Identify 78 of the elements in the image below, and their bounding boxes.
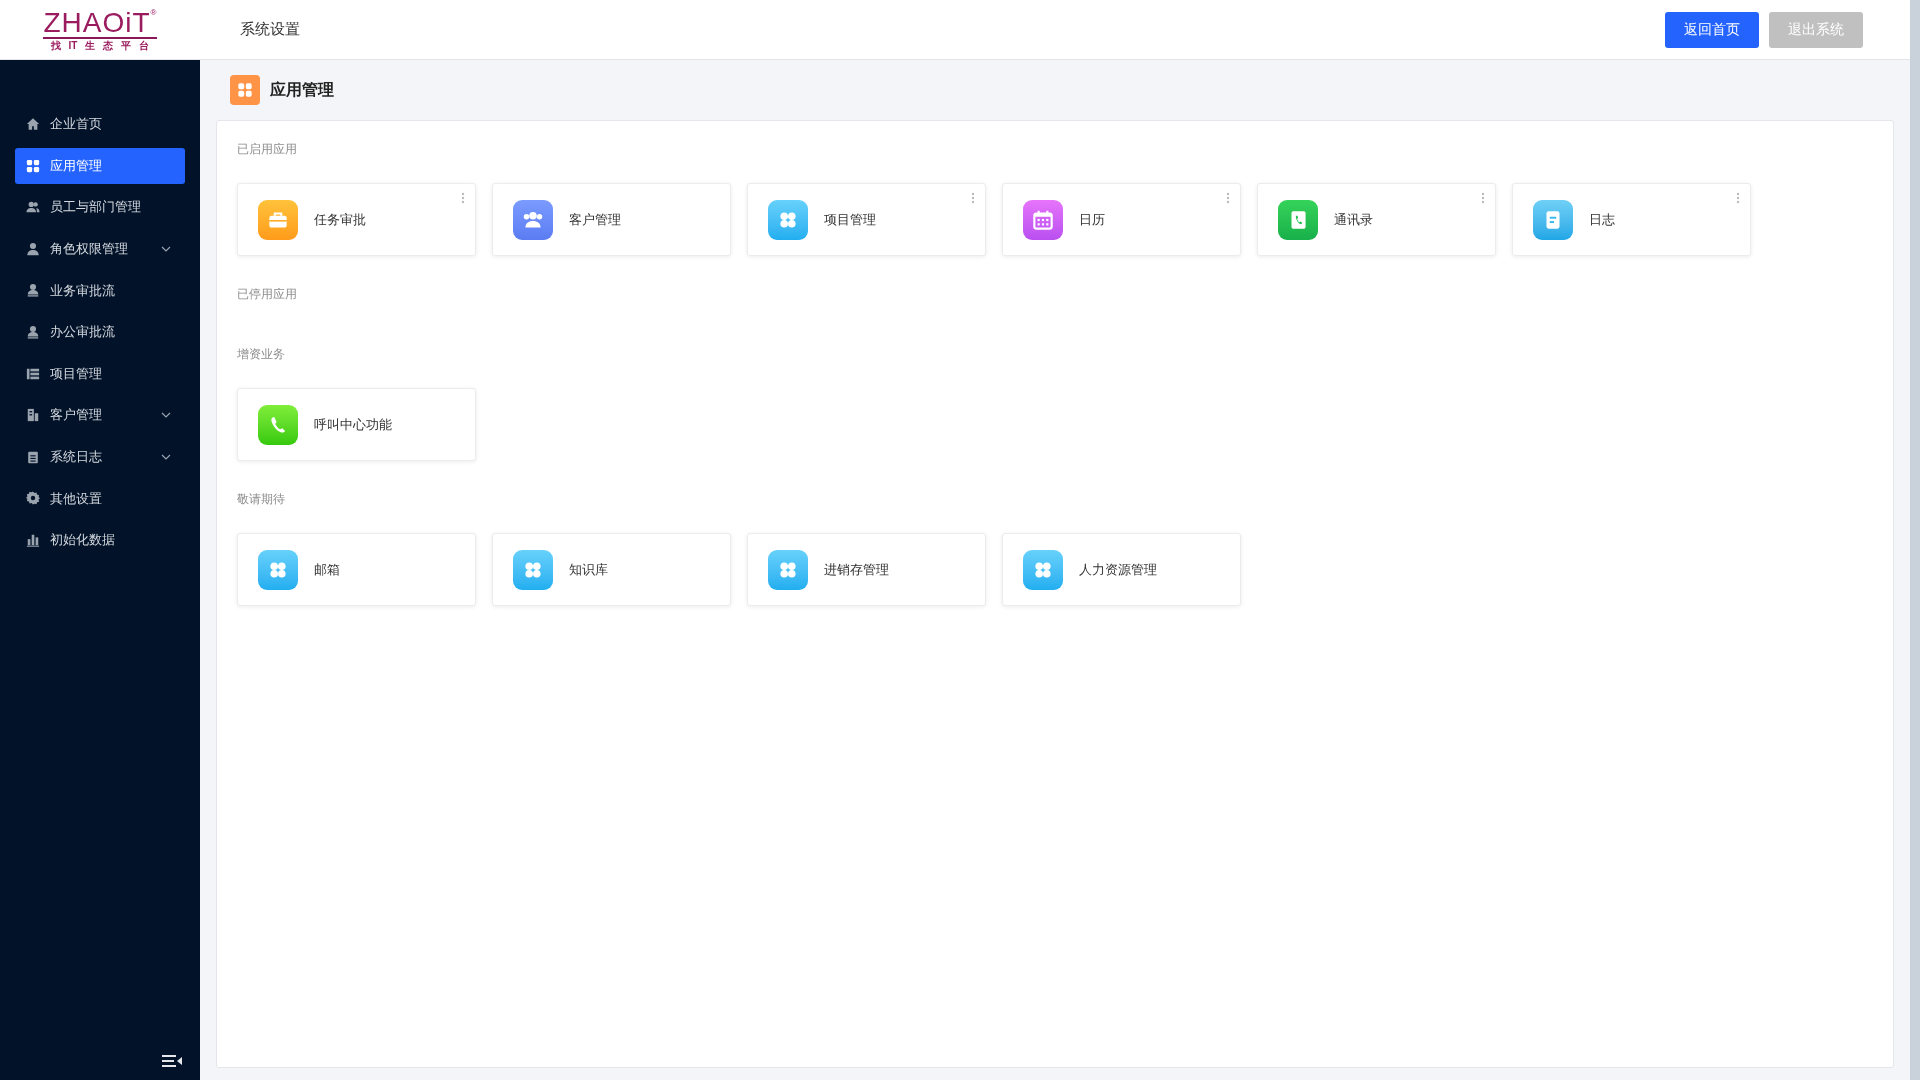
- section-label: 增资业务: [237, 346, 286, 362]
- section-label: 已启用应用: [237, 141, 298, 157]
- list-icon: [26, 366, 40, 381]
- four-dots-icon: [513, 549, 553, 590]
- app-name: 通讯录: [1334, 210, 1373, 229]
- logo-tagline: 生: [85, 39, 96, 51]
- phone-icon: [258, 404, 298, 445]
- settings-icon: [26, 491, 40, 506]
- home-button[interactable]: 返回首页: [1665, 11, 1759, 48]
- app-name: 进销存管理: [824, 560, 889, 579]
- sidebar-item[interactable]: 业务审批流: [15, 272, 185, 309]
- sidebar-item[interactable]: 应用管理: [15, 147, 185, 184]
- sidebar-item[interactable]: 初始化数据: [15, 521, 185, 558]
- chart-icon: [26, 532, 40, 547]
- app-name: 邮箱: [314, 560, 340, 579]
- app-card[interactable]: 呼叫中心功能: [237, 388, 476, 461]
- section-label: 敬请期待: [237, 491, 286, 507]
- app-name: 知识库: [569, 560, 608, 579]
- sidebar-item[interactable]: 角色权限管理: [15, 230, 185, 267]
- app-card[interactable]: 通讯录: [1257, 183, 1496, 256]
- user-icon: [26, 241, 40, 256]
- logo-tagline: 找: [50, 39, 61, 51]
- more-options-icon[interactable]: [461, 192, 465, 204]
- users-icon: [513, 199, 553, 240]
- logo-wordmark: ZHAOiT: [43, 8, 151, 37]
- sidebar-item[interactable]: 系统日志: [15, 438, 185, 475]
- app-card[interactable]: 客户管理: [492, 183, 731, 256]
- briefcase-icon: [258, 199, 298, 240]
- app-name: 项目管理: [824, 210, 876, 229]
- four-dots-icon: [258, 549, 298, 590]
- app-grid-icon: [230, 75, 260, 105]
- four-dots-icon: [768, 549, 808, 590]
- approval-icon: [26, 324, 40, 339]
- sidebar-item[interactable]: 客户管理: [15, 397, 185, 434]
- clipboard-icon: [26, 449, 40, 464]
- sidebar-item[interactable]: 企业首页: [15, 106, 185, 142]
- four-dots-icon: [1023, 549, 1063, 590]
- sidebar-item[interactable]: 员工与部门管理: [15, 189, 185, 226]
- logo-tagline: 平: [121, 39, 132, 51]
- users-icon: [26, 200, 40, 215]
- app-name: 呼叫中心功能: [314, 415, 392, 434]
- logo-tagline: 台: [139, 39, 150, 51]
- section-title: 应用管理: [270, 80, 334, 100]
- page-heading: 系统设置: [240, 19, 300, 40]
- collapse-menu-icon[interactable]: [162, 1054, 182, 1068]
- app-card[interactable]: 任务审批: [237, 183, 476, 256]
- sidebar-item[interactable]: 项目管理: [15, 355, 185, 392]
- sidebar-item[interactable]: 办公审批流: [15, 313, 185, 350]
- grid-icon: [26, 158, 40, 173]
- four-dots-icon: [768, 199, 808, 240]
- logo-tagline: IT: [68, 39, 78, 51]
- app-card[interactable]: 项目管理: [747, 183, 986, 256]
- address-book-icon: [1278, 199, 1318, 240]
- app-card[interactable]: 人力资源管理: [1002, 533, 1241, 606]
- app-name: 任务审批: [314, 210, 366, 229]
- more-options-icon[interactable]: [1481, 192, 1485, 204]
- calendar-icon: [1023, 199, 1063, 240]
- more-options-icon[interactable]: [1226, 192, 1230, 204]
- scrollbar[interactable]: [1910, 0, 1920, 1080]
- home-icon: [26, 117, 40, 131]
- app-name: 人力资源管理: [1079, 560, 1157, 579]
- section-label: 已停用应用: [237, 286, 298, 302]
- more-options-icon[interactable]: [971, 192, 975, 204]
- app-card[interactable]: 日志: [1512, 183, 1751, 256]
- app-card[interactable]: 日历: [1002, 183, 1241, 256]
- app-name: 日历: [1079, 210, 1105, 229]
- building-icon: [26, 408, 40, 423]
- logo-tagline: 态: [103, 39, 114, 51]
- registered-mark: ®: [150, 8, 157, 17]
- app-name: 日志: [1589, 210, 1615, 229]
- approval-icon: [26, 283, 40, 298]
- more-options-icon[interactable]: [1736, 192, 1740, 204]
- app-name: 客户管理: [569, 210, 621, 229]
- app-card[interactable]: 知识库: [492, 533, 731, 606]
- document-icon: [1533, 199, 1573, 240]
- app-card[interactable]: 邮箱: [237, 533, 476, 606]
- sidebar-item[interactable]: 其他设置: [15, 480, 185, 517]
- app-card[interactable]: 进销存管理: [747, 533, 986, 606]
